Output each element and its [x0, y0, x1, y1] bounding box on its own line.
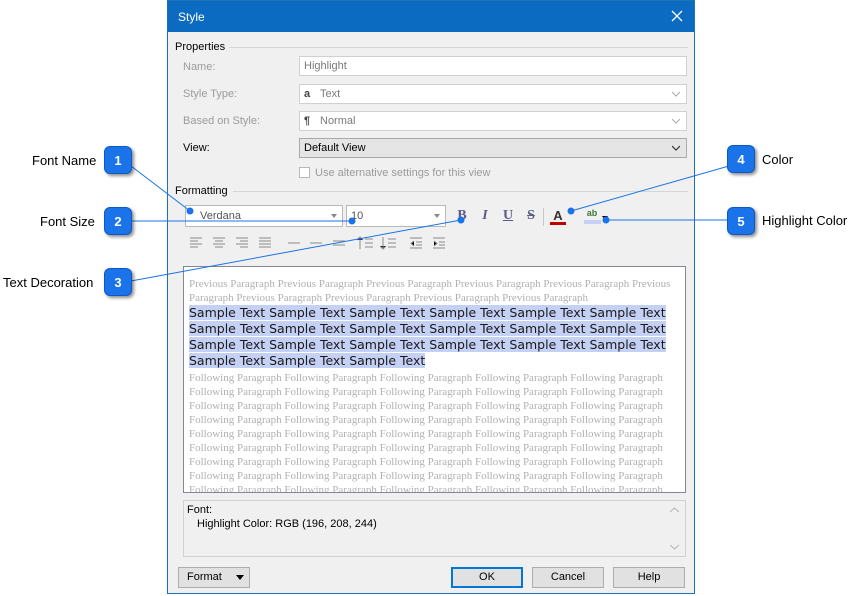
name-field-value: Highlight [304, 60, 347, 72]
dropdown-arrow-icon [236, 575, 244, 580]
format-button[interactable]: Format [178, 567, 250, 588]
chevron-down-icon [331, 214, 337, 218]
align-left-icon [190, 237, 202, 248]
preview-sample-text: Sample Text Sample Text Sample Text Samp… [189, 305, 679, 369]
toolbar-separator [543, 208, 544, 226]
dialog-title: Style [178, 10, 205, 24]
callout-1: 1 [104, 146, 132, 174]
preview-previous-paragraph: Previous Paragraph Previous Paragraph Pr… [189, 278, 671, 304]
properties-divider [229, 47, 688, 48]
help-button[interactable]: Help [613, 567, 685, 588]
name-label: Name: [183, 61, 216, 73]
close-icon[interactable] [666, 5, 688, 27]
alt-settings-label: Use alternative settings for this view [315, 167, 491, 179]
callout-5: 5 [727, 207, 755, 235]
callout-4-label: Color [762, 152, 794, 167]
style-type-value: Text [320, 88, 341, 100]
preview-sample-highlight: Sample Text Sample Text Sample Text Samp… [189, 305, 666, 368]
font-name-value: Verdana [200, 210, 241, 222]
callout-5-label: Highlight Color [762, 213, 848, 228]
view-select[interactable]: Default View [299, 138, 687, 158]
callout-2-label: Font Size [40, 214, 95, 229]
underline-button[interactable]: U [499, 207, 517, 225]
chevron-down-icon [671, 116, 681, 124]
title-bar: Style [168, 1, 694, 32]
outdent-icon [410, 237, 422, 249]
font-size-select[interactable]: 10 [346, 205, 446, 227]
style-preview: Previous Paragraph Previous Paragraph Pr… [183, 266, 686, 493]
formatting-group-label: Formatting [175, 185, 228, 197]
highlight-color-swatch [584, 220, 601, 224]
align-center-icon [213, 237, 225, 248]
chevron-down-icon [434, 214, 440, 218]
font-color-icon: A [553, 208, 563, 223]
text-style-icon: a [304, 88, 311, 100]
font-color-swatch [550, 222, 566, 225]
style-type-select[interactable]: a Text [299, 84, 687, 104]
callout-3-label: Text Decoration [3, 275, 94, 290]
preview-following-paragraph: Following Paragraph Following Paragraph … [189, 372, 663, 493]
scroll-up-icon[interactable] [670, 507, 679, 513]
font-size-value: 10 [351, 210, 364, 222]
description-font-label: Font: [187, 504, 213, 516]
chevron-down-icon [671, 143, 681, 151]
font-name-select[interactable]: Verdana [185, 205, 343, 227]
highlight-dropdown-icon[interactable] [602, 216, 608, 220]
strikethrough-button[interactable]: S [522, 207, 540, 225]
cancel-button[interactable]: Cancel [532, 567, 604, 588]
description-highlight-color: Highlight Color: RGB (196, 208, 244) [197, 518, 377, 530]
italic-button[interactable]: I [476, 207, 494, 225]
formatting-divider [233, 191, 688, 192]
callout-1-label: Font Name [32, 153, 97, 168]
align-right-icon [236, 237, 248, 248]
scroll-down-icon[interactable] [670, 544, 679, 550]
based-on-select[interactable]: ¶ Normal [299, 111, 687, 131]
name-field[interactable]: Highlight [299, 56, 687, 76]
style-description: Font: Highlight Color: RGB (196, 208, 24… [183, 500, 686, 557]
alt-settings-checkbox[interactable] [299, 167, 310, 178]
ok-button[interactable]: OK [451, 567, 523, 588]
paragraph-icon: ¶ [304, 115, 311, 127]
view-value: Default View [304, 142, 366, 154]
based-on-label: Based on Style: [183, 115, 261, 127]
line-spacing-decrease-icon [356, 236, 373, 249]
callout-2: 2 [104, 207, 132, 235]
bold-button[interactable]: B [453, 207, 471, 225]
view-label: View: [183, 142, 210, 154]
format-button-label: Format [187, 571, 222, 583]
space-between-icon [333, 240, 345, 246]
paragraph-toolbar [190, 236, 445, 250]
callout-3: 3 [104, 268, 132, 296]
callout-4: 4 [727, 145, 755, 173]
style-type-label: Style Type: [183, 88, 238, 100]
chevron-down-icon [671, 89, 681, 97]
properties-group-label: Properties [175, 41, 226, 53]
justify-icon [259, 237, 271, 248]
highlight-icon: ab [586, 208, 598, 218]
based-on-value: Normal [320, 115, 356, 127]
indent-icon [433, 237, 445, 249]
line-spacing-increase-icon [379, 237, 396, 250]
